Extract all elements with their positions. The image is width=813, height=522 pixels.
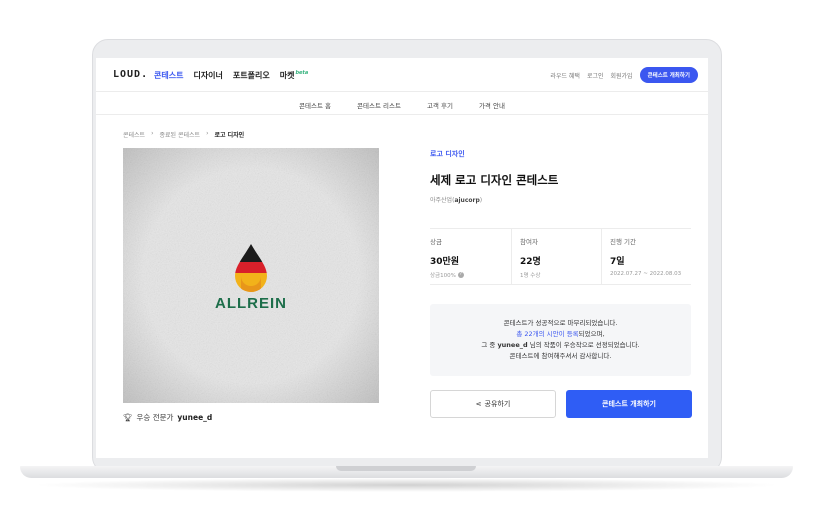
subnav-contest-list[interactable]: 콘테스트 리스트 bbox=[357, 100, 401, 114]
winning-design-image[interactable]: ALLREIN bbox=[123, 148, 379, 403]
subnav-pricing[interactable]: 가격 안내 bbox=[479, 100, 505, 114]
benefits-link[interactable]: 라우드 혜택 bbox=[550, 71, 580, 80]
nav-portfolio[interactable]: 포트폴리오 bbox=[233, 70, 270, 81]
nav-contest[interactable]: 콘테스트 bbox=[154, 70, 183, 81]
user-menu: 라우드 혜택 로그인 회원가입 콘테스트 개최하기 bbox=[550, 67, 698, 83]
subnav-contest-home[interactable]: 콘테스트 홈 bbox=[299, 100, 331, 114]
main-menu: 콘테스트 디자이너 포트폴리오 마켓beta bbox=[154, 70, 308, 81]
host-contest-nav-button[interactable]: 콘테스트 개최하기 bbox=[639, 67, 698, 83]
share-button[interactable]: ⋖ 공유하기 bbox=[430, 390, 556, 418]
trophy-icon: 🏆︎ bbox=[123, 413, 133, 422]
contest-title: 세제 로고 디자인 콘테스트 bbox=[430, 173, 559, 187]
submission-count-link[interactable]: 총 22개의 시안이 등록 bbox=[516, 330, 578, 338]
winner-caption: 🏆︎ 우승 전문가 yunee_d bbox=[123, 412, 212, 423]
nav-market-label: 마켓 bbox=[279, 71, 295, 80]
company: 아주산업(ajucorp) bbox=[430, 197, 483, 204]
stat-period: 진행 기간 7일 2022.07.27 ~ 2022.08.03 bbox=[601, 229, 691, 284]
stat-value: 7일 bbox=[610, 257, 625, 267]
stat-sub: 상금100%? bbox=[430, 271, 511, 279]
breadcrumb-current: 로고 디자인 bbox=[214, 132, 245, 139]
laptop-notch bbox=[336, 466, 476, 471]
paper-texture: ALLREIN bbox=[123, 148, 379, 403]
signup-link[interactable]: 회원가입 bbox=[611, 71, 633, 80]
notice-text: 되었으며, bbox=[578, 330, 605, 338]
notice-winner: yunee_d bbox=[497, 341, 528, 349]
stat-participants: 참여자 22명 1명 수상 bbox=[511, 229, 601, 284]
stat-label: 진행 기간 bbox=[610, 238, 636, 246]
subnav-reviews[interactable]: 고객 후기 bbox=[427, 100, 453, 114]
notice-line: 총 22개의 시안이 등록되었으며, bbox=[430, 329, 691, 340]
help-icon[interactable]: ? bbox=[457, 272, 464, 278]
laptop-mockup: LOUD. 콘테스트 디자이너 포트폴리오 마켓beta 라우드 혜택 로그인 … bbox=[0, 0, 813, 522]
stat-value: 22명 bbox=[520, 257, 541, 267]
poster-brand-text: ALLREIN bbox=[215, 295, 287, 312]
contest-stats: 상금 30만원 상금100%? 참여자 22명 1명 수상 진행 기간 7일 2… bbox=[430, 228, 691, 285]
logo[interactable]: LOUD. bbox=[113, 69, 148, 80]
share-icon: ⋖ bbox=[475, 400, 482, 408]
company-name: 아주산업 bbox=[430, 197, 453, 204]
sub-navigation: 콘테스트 홈 콘테스트 리스트 고객 후기 가격 안내 bbox=[96, 93, 708, 115]
breadcrumb-ended[interactable]: 종료된 콘테스트 bbox=[160, 130, 201, 139]
notice-text: 그 중 bbox=[481, 341, 496, 349]
login-link[interactable]: 로그인 bbox=[587, 71, 604, 80]
stat-sub: 1명 수상 bbox=[520, 273, 541, 279]
nav-market[interactable]: 마켓beta bbox=[280, 70, 308, 81]
beta-badge: beta bbox=[295, 70, 309, 77]
notice-line: 그 중 yunee_d 님의 작품이 우승작으로 선정되었습니다. bbox=[430, 340, 691, 351]
stat-sub: 2022.07.27 ~ 2022.08.03 bbox=[610, 271, 682, 277]
breadcrumb-separator-icon: › bbox=[151, 130, 154, 137]
browser-screen: LOUD. 콘테스트 디자이너 포트폴리오 마켓beta 라우드 혜택 로그인 … bbox=[96, 58, 708, 458]
contest-category[interactable]: 로고 디자인 bbox=[430, 149, 465, 159]
notice-text: 님의 작품이 우승작으로 선정되었습니다. bbox=[529, 341, 640, 349]
prize-sub-text: 상금100% bbox=[430, 273, 456, 279]
stat-value: 30만원 bbox=[430, 257, 460, 267]
stat-label: 상금 bbox=[430, 238, 442, 246]
stat-prize: 상금 30만원 상금100%? bbox=[430, 229, 511, 284]
top-navigation: LOUD. 콘테스트 디자이너 포트폴리오 마켓beta 라우드 혜택 로그인 … bbox=[96, 58, 708, 92]
winner-prefix: 우승 전문가 bbox=[136, 413, 174, 422]
breadcrumb-contest[interactable]: 콘테스트 bbox=[123, 130, 145, 139]
company-id: ajucorp bbox=[454, 197, 480, 204]
notice-line: 콘테스트가 성공적으로 마무리되었습니다. bbox=[503, 319, 618, 327]
share-label: 공유하기 bbox=[484, 400, 511, 408]
stat-label: 참여자 bbox=[520, 238, 538, 246]
completion-notice: 콘테스트가 성공적으로 마무리되었습니다. 총 22개의 시안이 등록되었으며,… bbox=[430, 304, 691, 376]
laptop-shadow bbox=[30, 478, 783, 492]
winner-name[interactable]: yunee_d bbox=[177, 413, 212, 422]
host-contest-button[interactable]: 콘테스트 개최하기 bbox=[566, 390, 692, 418]
nav-designers[interactable]: 디자이너 bbox=[193, 70, 222, 81]
breadcrumb-separator-icon: › bbox=[206, 130, 209, 137]
notice-line: 콘테스트에 참여해주셔서 감사합니다. bbox=[509, 352, 612, 360]
breadcrumb: 콘테스트 › 종료된 콘테스트 › 로고 디자인 bbox=[123, 130, 244, 139]
